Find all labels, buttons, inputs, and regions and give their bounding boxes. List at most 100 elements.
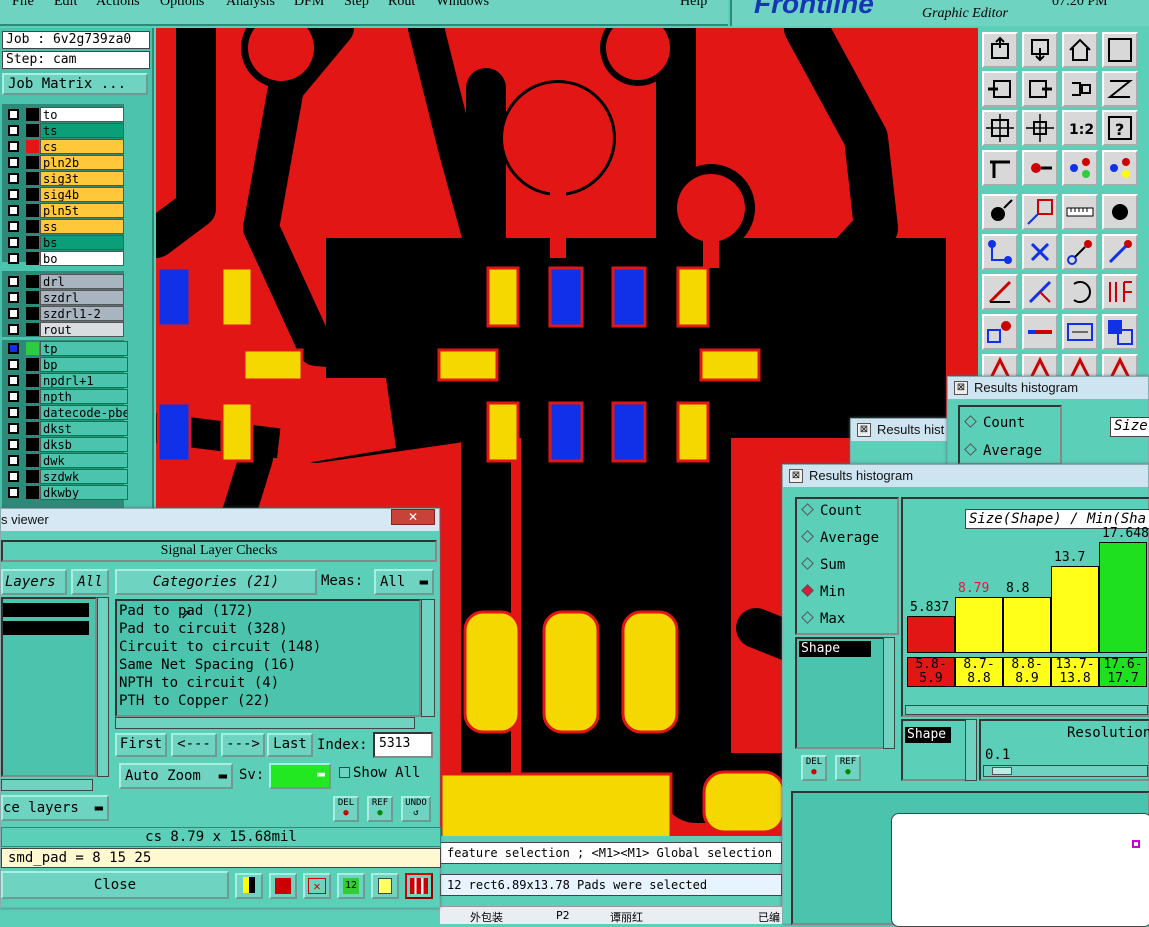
layer-row-npdrl+1[interactable]: npdrl+1: [6, 373, 128, 388]
layer-row-tp[interactable]: tp: [6, 341, 128, 356]
step-button[interactable]: 12: [337, 873, 365, 899]
layer-checkbox[interactable]: [8, 375, 19, 386]
layer-row-to[interactable]: to: [6, 107, 124, 122]
clear-button[interactable]: ✕: [303, 873, 331, 899]
scale-tool-button[interactable]: 1:2: [1062, 110, 1098, 146]
taskbar-item[interactable]: P2: [556, 909, 570, 922]
shape-list-item[interactable]: Shape: [799, 641, 871, 657]
category-item[interactable]: Same Net Spacing (16): [119, 657, 296, 673]
layer-row-sig4b[interactable]: sig4b: [6, 187, 124, 202]
category-item[interactable]: Pad to circuit (328): [119, 621, 288, 637]
resolution-slider[interactable]: [983, 765, 1148, 777]
next-button[interactable]: --->: [221, 733, 265, 757]
layer-row-dksb[interactable]: dksb: [6, 437, 128, 452]
first-button[interactable]: First: [115, 733, 167, 757]
help-tool-button[interactable]: ?: [1102, 110, 1138, 146]
layer-checkbox[interactable]: [8, 423, 19, 434]
menu-step[interactable]: Step: [344, 0, 369, 10]
layer-checkbox[interactable]: [8, 276, 19, 287]
menu-edit[interactable]: Edit: [54, 0, 77, 10]
option-count[interactable]: Count: [964, 415, 1025, 431]
histogram-bar[interactable]: [1099, 541, 1147, 653]
layer-checkbox[interactable]: [8, 221, 19, 232]
connect-tool-button[interactable]: [982, 234, 1018, 270]
shape-list-scrollbar[interactable]: [883, 637, 895, 749]
move-left-tool-button[interactable]: [982, 71, 1018, 107]
layer-checkbox[interactable]: [8, 487, 19, 498]
ce-layers-select[interactable]: ce layers ▬: [1, 795, 109, 821]
layers-all-button[interactable]: All: [71, 569, 109, 595]
menu-rout[interactable]: Rout: [388, 0, 415, 10]
layer-checkbox[interactable]: [8, 253, 19, 264]
layer-checkbox[interactable]: [8, 205, 19, 216]
move-right-tool-button[interactable]: [1022, 71, 1058, 107]
layer-row-szdrl[interactable]: szdrl: [6, 290, 124, 305]
layer-row-ts[interactable]: ts: [6, 123, 124, 138]
histogram-scrollbar[interactable]: [905, 705, 1148, 715]
option-max[interactable]: Max: [801, 611, 845, 627]
window-tool-button[interactable]: [1102, 32, 1138, 68]
layer-checkbox[interactable]: [8, 173, 19, 184]
zoom-fit-tool-button[interactable]: [982, 110, 1018, 146]
line-measure-tool-button[interactable]: [1062, 234, 1098, 270]
results-chart-button[interactable]: [405, 873, 433, 899]
menu-actions[interactable]: Actions: [96, 0, 140, 10]
mirror-tool-button[interactable]: [1102, 274, 1138, 310]
menu-help[interactable]: Help: [680, 0, 707, 10]
layer-row-dkst[interactable]: dkst: [6, 421, 128, 436]
option-average[interactable]: Average: [801, 530, 879, 546]
layer-checkbox[interactable]: [8, 237, 19, 248]
layer-checkbox[interactable]: [8, 471, 19, 482]
layer-row-pln5t[interactable]: pln5t: [6, 203, 124, 218]
layer-checkbox[interactable]: [8, 292, 19, 303]
rotate-tool-button[interactable]: [1062, 274, 1098, 310]
layer-row-datecode-pbe[interactable]: datecode-pbe: [6, 405, 128, 420]
option-count[interactable]: Count: [801, 503, 862, 519]
layer-row-dkwby[interactable]: dkwby: [6, 485, 128, 500]
layer-checkbox[interactable]: [8, 359, 19, 370]
layers-tab[interactable]: Layers: [1, 569, 67, 595]
close-button[interactable]: Close: [1, 871, 229, 899]
category-item[interactable]: Circuit to circuit (148): [119, 639, 321, 655]
menu-dfm[interactable]: DFM: [294, 0, 324, 10]
layer-row-bs[interactable]: bs: [6, 235, 124, 250]
layer-row-npth[interactable]: npth: [6, 389, 128, 404]
slider-handle[interactable]: [992, 767, 1012, 775]
layer-row-dwk[interactable]: dwk: [6, 453, 128, 468]
category-item[interactable]: NPTH to circuit (4): [119, 675, 279, 691]
taskbar-item[interactable]: 外包装: [470, 909, 503, 925]
menu-file[interactable]: File: [12, 0, 34, 10]
snap-tool-button[interactable]: [1022, 194, 1058, 230]
resize-tool-button[interactable]: [1062, 314, 1098, 350]
layer-row-szdwk[interactable]: szdwk: [6, 469, 128, 484]
layer-row-bo[interactable]: bo: [6, 251, 124, 266]
histogram-bar[interactable]: [1003, 597, 1051, 653]
histogram-bar[interactable]: [1051, 566, 1099, 653]
ref-button[interactable]: REF ●: [367, 796, 393, 822]
histogram-tool-button[interactable]: [235, 873, 263, 899]
layer-checkbox[interactable]: [8, 439, 19, 450]
layer-row-sig3t[interactable]: sig3t: [6, 171, 124, 186]
job-matrix-button[interactable]: Job Matrix ...: [2, 73, 148, 95]
layer-checkbox[interactable]: [8, 343, 19, 354]
undo-button[interactable]: UNDO ↺: [401, 796, 431, 822]
center-tool-button[interactable]: [1022, 314, 1058, 350]
del-button[interactable]: DEL ●: [333, 796, 359, 822]
zoom-in-tool-button[interactable]: [1022, 110, 1058, 146]
del-button[interactable]: DEL ●: [801, 755, 827, 781]
last-button[interactable]: Last: [267, 733, 313, 757]
layer-checkbox[interactable]: [8, 308, 19, 319]
layer-checkbox[interactable]: [8, 391, 19, 402]
shape-selector-scrollbar[interactable]: [965, 719, 977, 781]
ref-button[interactable]: REF ●: [835, 755, 861, 781]
layer-checkbox[interactable]: [8, 157, 19, 168]
layer-row-szdrl1-2[interactable]: szdrl1-2: [6, 306, 124, 321]
close-window-button[interactable]: ✕: [391, 509, 435, 525]
categories-scrollbar[interactable]: [421, 599, 435, 717]
sv-color-select[interactable]: ▬: [269, 763, 331, 789]
layer-checkbox[interactable]: [8, 109, 19, 120]
show-all-checkbox[interactable]: [339, 767, 350, 778]
pin-tool-button[interactable]: [982, 194, 1018, 230]
prev-button[interactable]: <---: [171, 733, 217, 757]
menu-analysis[interactable]: Analysis: [226, 0, 275, 10]
